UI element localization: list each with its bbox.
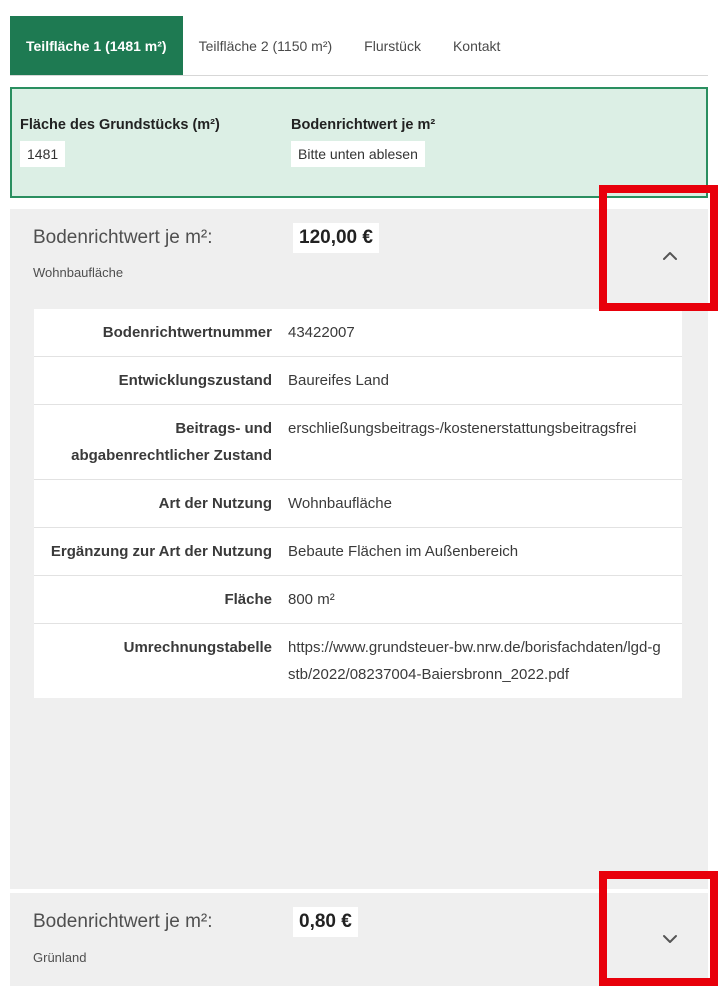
panel-usage-type: Grünland <box>33 950 87 965</box>
row-key: Fläche <box>224 591 272 608</box>
tab-flurstueck[interactable]: Flurstück <box>348 16 437 75</box>
table-row: Umrechnungstabelle https://www.grundsteu… <box>34 624 682 698</box>
land-value-value: Bitte unten ablesen <box>291 141 425 167</box>
row-value: 800 m² <box>288 591 335 608</box>
row-key: Umrechnungstabelle <box>123 639 272 656</box>
area-summary-box: Fläche des Grundstücks (m²) 1481 Bodenri… <box>10 87 708 198</box>
land-value-panel-residential: Bodenrichtwert je m²: 120,00 € Wohnbaufl… <box>10 209 708 889</box>
area-field: Fläche des Grundstücks (m²) 1481 <box>20 117 220 167</box>
row-value: Bebaute Flächen im Außenbereich <box>288 543 519 560</box>
table-row: Ergänzung zur Art der Nutzung Bebaute Fl… <box>34 528 682 576</box>
tab-kontakt[interactable]: Kontakt <box>437 16 516 75</box>
panel-label: Bodenrichtwert je m²: <box>33 227 213 248</box>
land-value-field: Bodenrichtwert je m² Bitte unten ablesen <box>291 117 435 167</box>
land-value-label: Bodenrichtwert je m² <box>291 117 436 133</box>
area-label: Fläche des Grundstücks (m²) <box>20 117 220 133</box>
row-key: Art der Nutzung <box>158 495 272 512</box>
table-row: Fläche 800 m² <box>34 576 682 624</box>
highlight-box <box>599 185 718 311</box>
tab-teilflaeche-2[interactable]: Teilfläche 2 (1150 m²) <box>183 16 349 75</box>
row-value: Baureifes Land <box>288 372 389 389</box>
row-key: Bodenrichtwertnummer <box>102 324 272 341</box>
conversion-table-link[interactable]: https://www.grundsteuer-bw.nrw.de/borisf… <box>280 624 682 698</box>
row-key: Ergänzung zur Art der Nutzung <box>50 543 272 560</box>
table-row: Art der Nutzung Wohnbaufläche <box>34 480 682 528</box>
row-value: erschließungsbeitrags-/kostenerstattungs… <box>288 420 637 437</box>
row-value: 43422007 <box>288 324 355 341</box>
tab-teilflaeche-1[interactable]: Teilfläche 1 (1481 m²) <box>10 16 183 75</box>
row-value: Wohnbaufläche <box>288 495 392 512</box>
panel-value: 0,80 € <box>293 907 358 937</box>
table-row: Entwicklungszustand Baureifes Land <box>34 357 682 405</box>
panel-label: Bodenrichtwert je m²: <box>33 911 213 932</box>
row-key: Entwicklungszustand <box>118 372 272 389</box>
highlight-box <box>599 871 718 986</box>
details-table: Bodenrichtwertnummer 43422007 Entwicklun… <box>34 309 682 698</box>
table-row: Beitrags- und abgabenrechtlicher Zustand… <box>34 405 682 480</box>
panel-usage-type: Wohnbaufläche <box>33 265 124 280</box>
tab-bar: Teilfläche 1 (1481 m²) Teilfläche 2 (115… <box>10 16 708 76</box>
row-key: Beitrags- und abgabenrechtlicher Zustand <box>71 420 272 464</box>
area-value: 1481 <box>20 141 66 167</box>
panel-value: 120,00 € <box>293 223 379 253</box>
table-row: Bodenrichtwertnummer 43422007 <box>34 309 682 357</box>
